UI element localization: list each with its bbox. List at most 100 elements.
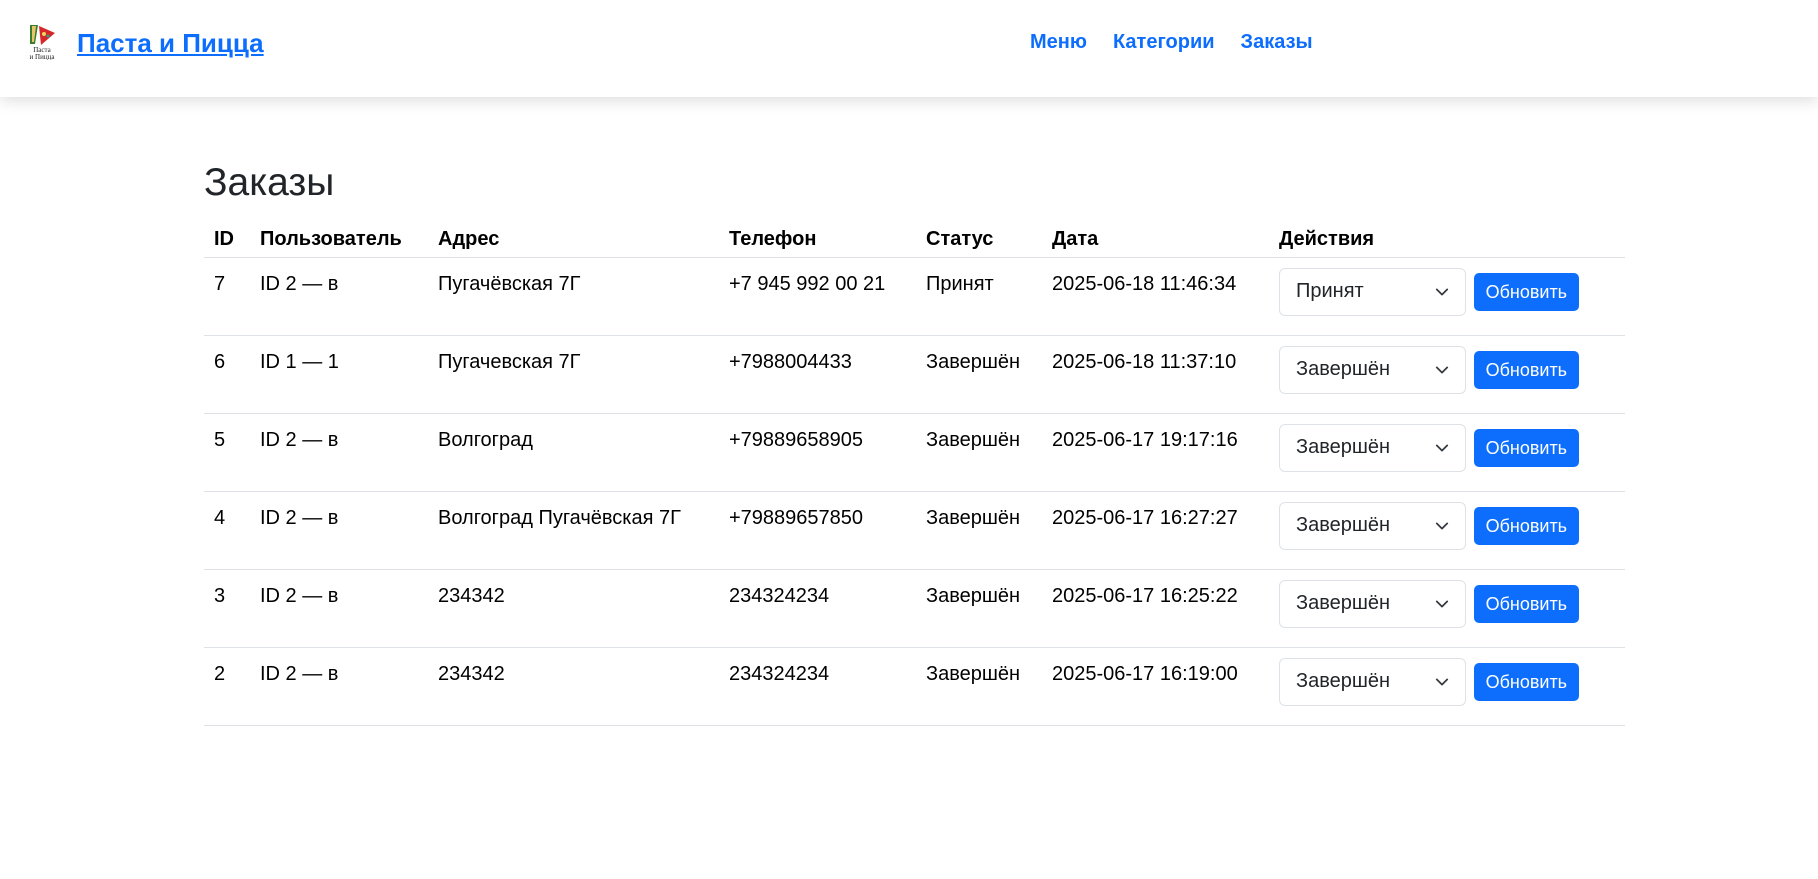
order-status: Завершён	[926, 584, 1021, 607]
pizza-logo-icon[interactable]: Паста и Пицца	[27, 23, 58, 61]
cell-phone: +79889658905	[719, 413, 916, 492]
order-address: Волгоград Пугачёвская 7Г	[438, 506, 681, 529]
table-row: 2 ID 2 — в 234342 234324234 Завершён 202…	[204, 647, 1625, 726]
cell-phone: +79889657850	[719, 491, 916, 570]
status-select[interactable]: Завершён	[1279, 345, 1466, 394]
cell-status: Завершён	[916, 413, 1042, 492]
update-button[interactable]: Обновить	[1473, 662, 1580, 701]
order-id: 7	[214, 272, 226, 295]
cell-address: Пугачёвская 7Г	[428, 257, 719, 336]
update-button[interactable]: Обновить	[1473, 584, 1580, 623]
order-id: 6	[214, 350, 226, 373]
chevron-down-icon	[1435, 444, 1449, 452]
cell-actions: Завершён Обновить	[1269, 491, 1625, 570]
order-date: 2025-06-17 16:25:22	[1052, 584, 1238, 607]
cell-actions: Принят Обновить	[1269, 257, 1625, 336]
table-row: 7 ID 2 — в Пугачёвская 7Г +7 945 992 00 …	[204, 257, 1625, 336]
status-select-value: Завершён	[1296, 514, 1391, 537]
cell-status: Завершён	[916, 647, 1042, 726]
order-phone: +79889657850	[729, 506, 864, 529]
cell-id: 4	[204, 491, 250, 570]
column-header-user: Пользователь	[250, 222, 428, 258]
order-phone: 234324234	[729, 584, 830, 607]
order-address: Волгоград	[438, 428, 533, 451]
status-select-value: Завершён	[1296, 670, 1391, 693]
column-header-status: Статус	[916, 222, 1042, 258]
order-user: ID 2 — в	[260, 662, 339, 685]
update-button[interactable]: Обновить	[1473, 428, 1580, 467]
order-user: ID 2 — в	[260, 506, 339, 529]
chevron-down-icon	[1435, 288, 1449, 296]
cell-actions: Завершён Обновить	[1269, 569, 1625, 648]
order-date: 2025-06-18 11:46:34	[1052, 272, 1237, 295]
column-header-phone: Телефон	[719, 222, 916, 258]
cell-address: Волгоград Пугачёвская 7Г	[428, 491, 719, 570]
cell-user: ID 1 — 1	[250, 335, 428, 414]
table-row: 4 ID 2 — в Волгоград Пугачёвская 7Г +798…	[204, 491, 1625, 570]
status-select[interactable]: Принят	[1279, 267, 1466, 316]
cell-phone: 234324234	[719, 647, 916, 726]
order-phone: +7988004433	[729, 350, 852, 373]
update-button[interactable]: Обновить	[1473, 506, 1580, 545]
cell-user: ID 2 — в	[250, 647, 428, 726]
cell-user: ID 2 — в	[250, 413, 428, 492]
status-select-value: Принят	[1296, 280, 1364, 303]
status-select-value: Завершён	[1296, 358, 1391, 381]
cell-date: 2025-06-17 16:19:00	[1042, 647, 1269, 726]
cell-phone: +7 945 992 00 21	[719, 257, 916, 336]
brand-link[interactable]: Паста и Пицца	[77, 28, 264, 59]
update-button[interactable]: Обновить	[1473, 350, 1580, 389]
status-select[interactable]: Завершён	[1279, 501, 1466, 550]
status-select[interactable]: Завершён	[1279, 657, 1466, 706]
order-status: Завершён	[926, 350, 1021, 373]
cell-date: 2025-06-17 19:17:16	[1042, 413, 1269, 492]
nav-link-orders[interactable]: Заказы	[1241, 31, 1313, 54]
cell-id: 7	[204, 257, 250, 336]
nav-link-menu[interactable]: Меню	[1030, 31, 1087, 54]
main-content: Заказы ID Пользователь Адрес Телефон Ста…	[204, 160, 1625, 726]
order-id: 4	[214, 506, 226, 529]
table-row: 3 ID 2 — в 234342 234324234 Завершён 202…	[204, 569, 1625, 648]
cell-actions: Завершён Обновить	[1269, 647, 1625, 726]
cell-id: 3	[204, 569, 250, 648]
cell-user: ID 2 — в	[250, 569, 428, 648]
order-date: 2025-06-18 11:37:10	[1052, 350, 1237, 373]
cell-status: Завершён	[916, 491, 1042, 570]
cell-status: Завершён	[916, 335, 1042, 414]
order-address: 234342	[438, 662, 505, 685]
cell-status: Завершён	[916, 569, 1042, 648]
cell-id: 6	[204, 335, 250, 414]
table-header-row: ID Пользователь Адрес Телефон Статус Дат…	[204, 222, 1625, 258]
chevron-down-icon	[1435, 366, 1449, 374]
cell-actions: Завершён Обновить	[1269, 413, 1625, 492]
column-header-date: Дата	[1042, 222, 1269, 258]
update-button[interactable]: Обновить	[1473, 272, 1580, 311]
order-address: Пугачевская 7Г	[438, 350, 581, 373]
order-id: 2	[214, 662, 226, 685]
order-date: 2025-06-17 16:19:00	[1052, 662, 1238, 685]
cell-actions: Завершён Обновить	[1269, 335, 1625, 414]
chevron-down-icon	[1435, 522, 1449, 530]
top-navbar: Паста и Пицца Паста и Пицца Меню Категор…	[0, 0, 1818, 97]
order-id: 5	[214, 428, 226, 451]
table-row: 5 ID 2 — в Волгоград +79889658905 Заверш…	[204, 413, 1625, 492]
cell-user: ID 2 — в	[250, 491, 428, 570]
order-address: Пугачёвская 7Г	[438, 272, 581, 295]
order-user: ID 2 — в	[260, 272, 339, 295]
order-user: ID 1 — 1	[260, 350, 339, 373]
nav-link-categories[interactable]: Категории	[1113, 31, 1215, 54]
chevron-down-icon	[1435, 678, 1449, 686]
order-date: 2025-06-17 19:17:16	[1052, 428, 1238, 451]
order-address: 234342	[438, 584, 505, 607]
column-header-id: ID	[204, 222, 250, 258]
column-header-actions: Действия	[1269, 222, 1625, 258]
status-select-value: Завершён	[1296, 592, 1391, 615]
cell-phone: +7988004433	[719, 335, 916, 414]
order-user: ID 2 — в	[260, 428, 339, 451]
status-select[interactable]: Завершён	[1279, 423, 1466, 472]
logo-text-line2: и Пицца	[30, 53, 56, 60]
cell-date: 2025-06-18 11:46:34	[1042, 257, 1269, 336]
cell-user: ID 2 — в	[250, 257, 428, 336]
cell-phone: 234324234	[719, 569, 916, 648]
status-select[interactable]: Завершён	[1279, 579, 1466, 628]
